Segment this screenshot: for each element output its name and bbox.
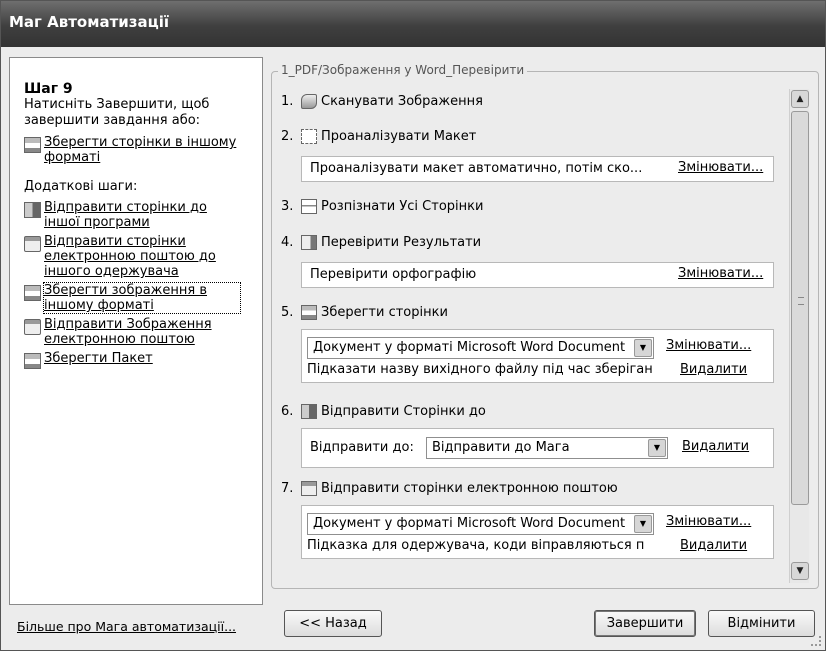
more-about-wizard-link[interactable]: Більше про Мага автоматизації... — [17, 619, 236, 634]
verify-icon — [301, 234, 317, 250]
send-pages-settings: Відправити до: Відправити до Мага ▼ Вида… — [301, 428, 774, 468]
remove-email-hint-link[interactable]: Видалити — [680, 538, 747, 553]
mail-image-icon — [24, 319, 41, 335]
workflow-name: 1_PDF/Зображення у Word_Перевірити — [278, 63, 528, 77]
automation-wizard-window: Маг Автоматизації Шаг 9 Натисніть Заверш… — [0, 0, 826, 651]
save-icon — [24, 137, 41, 153]
scanner-icon — [301, 93, 317, 109]
back-button[interactable]: << Назад — [284, 610, 382, 637]
step-verify[interactable]: 4. Перевірити Результати — [281, 232, 481, 252]
send-pages-icon — [24, 202, 41, 218]
scroll-up-icon[interactable]: ▲ — [791, 90, 809, 108]
analyze-layout-settings: Проаналізувати макет автоматично, потім … — [301, 156, 774, 182]
step-analyze-layout[interactable]: 2. Проаналізувати Макет — [281, 126, 476, 146]
email-to-recipient-link[interactable]: Відправити сторінки електронною поштою д… — [24, 234, 262, 279]
scroll-down-icon[interactable]: ▼ — [791, 562, 809, 580]
resize-grip-icon[interactable] — [811, 636, 821, 646]
remove-save-hint-link[interactable]: Видалити — [680, 362, 747, 377]
title-bar: Маг Автоматизації — [1, 1, 825, 47]
change-save-format-link[interactable]: Змінювати... — [666, 338, 751, 353]
step-scan[interactable]: 1. Сканувати Зображення — [281, 91, 483, 111]
chevron-down-icon: ▼ — [648, 439, 666, 457]
steps-scrollbar[interactable]: ▲ ▼ — [789, 89, 809, 583]
step-recognize[interactable]: 3. Розпізнати Усі Сторінки — [281, 196, 483, 216]
cancel-button[interactable]: Відмінити — [708, 610, 815, 637]
save-pages-settings: Документ у форматі Microsoft Word Docume… — [301, 329, 774, 383]
layout-icon — [301, 128, 317, 144]
recognize-icon — [301, 198, 317, 214]
window-title: Маг Автоматизації — [9, 13, 170, 31]
step-guide-panel: Шаг 9 Натисніть Завершити, щоб завершити… — [9, 57, 263, 605]
email-format-select[interactable]: Документ у форматі Microsoft Word Docume… — [307, 513, 654, 535]
save-other-format-link[interactable]: Зберегти сторінки в іншому форматі — [24, 135, 262, 165]
email-pages-settings: Документ у форматі Microsoft Word Docume… — [301, 505, 774, 559]
remove-send-link[interactable]: Видалити — [682, 439, 749, 454]
send-to-program-link[interactable]: Відправити сторінки до іншої програми — [24, 200, 262, 230]
verify-settings: Перевірити орфографію Змінювати... — [301, 262, 774, 288]
save-package-link[interactable]: Зберегти Пакет — [24, 351, 262, 369]
save-pages-icon — [301, 304, 317, 320]
save-format-select[interactable]: Документ у форматі Microsoft Word Docume… — [307, 337, 654, 359]
change-email-format-link[interactable]: Змінювати... — [666, 514, 751, 529]
step-send-pages[interactable]: 6. Відправити Сторінки до — [281, 401, 486, 421]
scroll-thumb[interactable] — [791, 111, 809, 505]
mail-pages-icon — [24, 236, 41, 252]
chevron-down-icon: ▼ — [634, 515, 652, 533]
step-email-pages[interactable]: 7. Відправити сторінки електронною пошто… — [281, 478, 618, 498]
save-image-other-format-link[interactable]: Зберегти зображення в іншому форматі — [24, 282, 262, 314]
extra-steps-title: Додаткові шаги: — [24, 179, 138, 194]
change-layout-link[interactable]: Змінювати... — [678, 160, 763, 175]
send-to-select[interactable]: Відправити до Мага ▼ — [426, 437, 668, 459]
save-package-icon — [24, 353, 41, 369]
step-description: Натисніть Завершити, щоб завершити завда… — [24, 97, 210, 128]
step-title: Шаг 9 — [24, 81, 73, 97]
step-save-pages[interactable]: 5. Зберегти сторінки — [281, 302, 448, 322]
email-image-link[interactable]: Відправити Зображення електронною поштою — [24, 317, 262, 347]
finish-button[interactable]: Завершити — [594, 610, 696, 637]
mail-step-icon — [301, 480, 317, 496]
workflow-steps-list: 1. Сканувати Зображення 2. Проаналізуват… — [281, 89, 786, 583]
save-image-icon — [24, 285, 41, 301]
change-verify-link[interactable]: Змінювати... — [678, 266, 763, 281]
chevron-down-icon: ▼ — [634, 339, 652, 357]
send-pages-step-icon — [301, 403, 317, 419]
